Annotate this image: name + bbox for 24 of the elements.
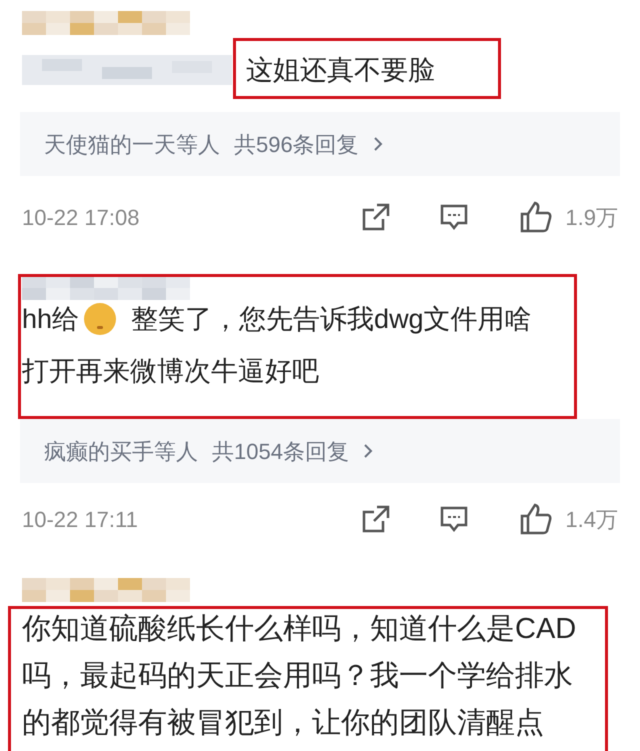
comment-text: 这姐还真不要脸: [246, 54, 435, 87]
comment-time: 10-22 17:11: [22, 506, 139, 534]
share-icon[interactable]: [361, 504, 392, 534]
chevron-right-icon: [362, 443, 373, 459]
emoji-icon: [83, 302, 118, 336]
like-count: 1.9万: [565, 204, 618, 232]
share-icon[interactable]: [361, 202, 392, 232]
replies-bar[interactable]: 天使猫的一天等人 共596条回复: [20, 112, 620, 176]
comment-text: 你知道硫酸纸长什么样吗，知道什么是CAD吗，最起码的天正会用吗？我一个学给排水的都觉得有被冒犯到，让你的团队清醒点: [22, 612, 578, 741]
comment-time: 10-22 17:08: [22, 204, 140, 232]
comment-icon[interactable]: [439, 504, 470, 534]
comment-text: hh给: [22, 303, 80, 336]
comment-text: 打开再来微博次牛逼好吧: [22, 355, 319, 388]
reply-count: 共1054条回复: [212, 438, 349, 466]
chevron-right-icon: [372, 136, 383, 152]
comment-text: 整笑了，您先告诉我dwg文件用啥: [131, 303, 532, 336]
thumbs-up-icon[interactable]: [519, 200, 554, 234]
reply-count: 共596条回复: [234, 130, 359, 158]
comment-icon[interactable]: [439, 202, 470, 232]
thumbs-up-icon[interactable]: [519, 502, 554, 536]
replies-bar[interactable]: 疯癫的买手等人 共1054条回复: [20, 419, 620, 483]
reply-names: 疯癫的买手等人: [44, 438, 198, 466]
like-count: 1.4万: [565, 506, 618, 534]
reply-names: 天使猫的一天等人: [44, 130, 220, 158]
